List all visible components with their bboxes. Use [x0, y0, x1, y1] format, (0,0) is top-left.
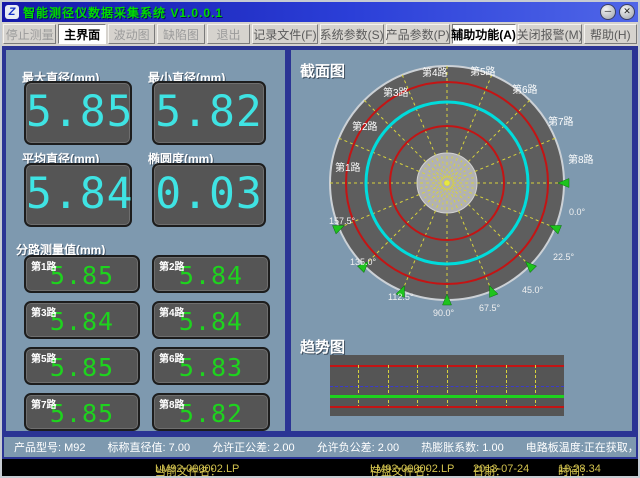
exit-button[interactable]: 退出 [207, 24, 251, 44]
angle-label-112-5: 112.5° [388, 292, 414, 302]
channel-3-display: 第3路 5.84 [24, 301, 140, 339]
frame-line [2, 431, 638, 435]
channel-8-label: 第8路 [159, 396, 185, 411]
nominal-diameter-label: 标称直径值: [108, 442, 166, 454]
trend-blue-dashed-line [330, 386, 564, 387]
nominal-diameter-value: 7.00 [169, 442, 190, 454]
angle-label-45: 45.0° [522, 285, 544, 295]
main-content: 最大直径(mm) 最小直径(mm) 5.85 5.82 平均直径(mm) 椭圆度… [2, 46, 638, 435]
avg-diameter-display: 5.84 [24, 163, 132, 227]
saved-file-value: LM92-000002.LP [370, 463, 454, 475]
ovality-value: 0.03 [154, 165, 264, 223]
status-bar: 当前文件名：LM92-000002.LP 存盘文件名：LM92-000002.L… [2, 459, 638, 476]
min-diameter-display: 5.82 [152, 81, 266, 145]
channel-1-display: 第1路 5.85 [24, 255, 140, 293]
max-diameter-value: 5.85 [26, 83, 130, 141]
titlebar: Z 智能测径仪数据采集系统 V1.0.0.1 ─ ✕ [2, 2, 638, 22]
product-model-label: 产品型号: [14, 442, 61, 454]
channel-7-label: 第7路 [31, 396, 57, 411]
angle-label-135: 135.0° [350, 257, 377, 267]
product-params-menu[interactable]: 产品参数(P) [386, 24, 450, 44]
system-params-menu[interactable]: 系统参数(S) [320, 24, 384, 44]
channel-5-display: 第5路 5.85 [24, 347, 140, 385]
expansion-coeff-label: 热膨胀系数: [421, 442, 479, 454]
app-window: Z 智能测径仪数据采集系统 V1.0.0.1 ─ ✕ 停止测量 主界面 波动图 … [0, 0, 640, 478]
angle-label-157-5: 157.5° [329, 216, 356, 226]
trend-chart [330, 355, 564, 416]
board-temp-value: 正在获取，稍等片刻.. [584, 442, 640, 454]
channel-4-label: 第4路 [159, 304, 185, 319]
center-dot [445, 181, 450, 186]
record-file-menu[interactable]: 记录文件(F) [252, 24, 317, 44]
product-model-value: M92 [64, 442, 85, 454]
angle-label-67-5: 67.5° [479, 303, 501, 313]
channel-2-label: 第2路 [159, 258, 185, 273]
ovality-display: 0.03 [152, 163, 266, 227]
section-polar-chart: 0.0° 22.5° 45.0° 67.5° 90.0° 112.5° 135.… [292, 48, 637, 340]
channel-6-display: 第6路 5.83 [152, 347, 270, 385]
tab-wave-chart[interactable]: 波动图 [108, 24, 155, 44]
section-channel-5: 第5路 [470, 65, 496, 78]
close-alarm-menu[interactable]: 关闭报警(M) [518, 24, 582, 44]
trend-bottom-red-line [330, 406, 564, 408]
minus-tolerance-label: 允许负公差: [317, 442, 375, 454]
panel-divider [285, 46, 291, 435]
plus-tolerance-label: 允许正公差: [212, 442, 270, 454]
current-file-value: LM92-000002.LP [155, 463, 239, 475]
channel-4-display: 第4路 5.84 [152, 301, 270, 339]
angle-label-22-5: 22.5° [553, 252, 575, 262]
window-title: 智能测径仪数据采集系统 V1.0.0.1 [23, 4, 223, 21]
section-channel-8: 第8路 [568, 153, 594, 166]
section-channel-3: 第3路 [383, 86, 409, 99]
board-temp-label: 电路板温度: [526, 442, 584, 454]
date-value: 2013-07-24 [473, 463, 529, 475]
aux-function-menu[interactable]: 辅助功能(A) [452, 24, 516, 44]
section-channel-7: 第7路 [548, 115, 574, 128]
channel-1-label: 第1路 [31, 258, 57, 273]
avg-diameter-value: 5.84 [26, 165, 130, 223]
toolbar: 停止测量 主界面 波动图 缺陷图 退出 记录文件(F) 系统参数(S) 产品参数… [2, 22, 638, 46]
min-diameter-value: 5.82 [154, 83, 264, 141]
channel-7-display: 第7路 5.85 [24, 393, 140, 431]
tab-main-view[interactable]: 主界面 [58, 24, 105, 44]
stop-measure-button[interactable]: 停止测量 [3, 24, 56, 44]
section-channel-1: 第1路 [335, 161, 361, 174]
product-info-bar: 产品型号: M92 标称直径值: 7.00 允许正公差: 2.00 允许负公差:… [2, 435, 638, 459]
tab-defect-chart[interactable]: 缺陷图 [157, 24, 204, 44]
channel-2-display: 第2路 5.84 [152, 255, 270, 293]
channel-6-label: 第6路 [159, 350, 185, 365]
app-icon: Z [5, 5, 19, 19]
max-diameter-display: 5.85 [24, 81, 132, 145]
trend-view-title: 趋势图 [300, 336, 345, 357]
channel-5-label: 第5路 [31, 350, 57, 365]
time-value: 10.28.34 [558, 463, 601, 475]
close-button[interactable]: ✕ [619, 4, 635, 20]
section-channel-2: 第2路 [352, 120, 378, 133]
section-channel-4: 第4路 [422, 66, 448, 79]
minus-tolerance-value: 2.00 [378, 442, 399, 454]
minimize-button[interactable]: ─ [600, 4, 616, 20]
frame-line [2, 46, 6, 435]
channel-3-label: 第3路 [31, 304, 57, 319]
section-channel-6: 第6路 [512, 83, 538, 96]
help-menu[interactable]: 帮助(H) [584, 24, 637, 44]
angle-label-0: 0.0° [569, 207, 586, 217]
plus-tolerance-value: 2.00 [273, 442, 294, 454]
channel-8-display: 第8路 5.82 [152, 393, 270, 431]
trend-green-line [330, 395, 564, 398]
expansion-coeff-value: 1.00 [482, 442, 503, 454]
angle-label-90: 90.0° [433, 308, 455, 318]
